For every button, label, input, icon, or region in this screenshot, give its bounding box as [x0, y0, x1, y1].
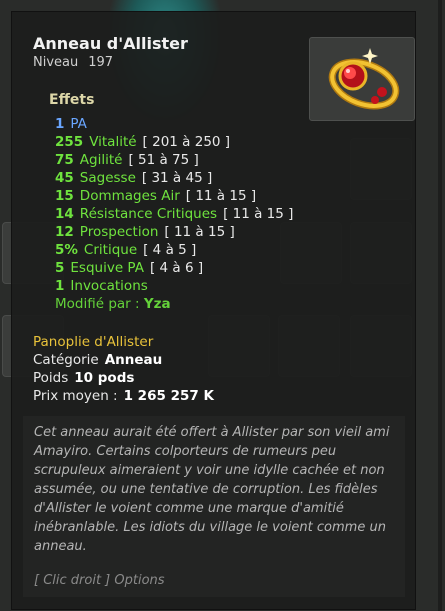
- item-level: Niveau 197: [33, 55, 113, 70]
- effect-line: 14 Résistance Critiques[ 11 à 15 ]: [55, 206, 294, 222]
- level-value: 197: [88, 55, 114, 70]
- item-tooltip: Anneau d'Allister Niveau 197 Effets 1 PA 2…: [11, 11, 416, 610]
- set-name[interactable]: Panoplie d'Allister: [33, 334, 153, 350]
- effect-line: 255 Vitalité[ 201 à 250 ]: [55, 134, 231, 150]
- ring-icon: [328, 48, 400, 110]
- item-icon-frame: [309, 37, 415, 121]
- scrollbar[interactable]: [438, 0, 442, 611]
- effect-line: 15 Dommages Air[ 11 à 15 ]: [55, 188, 257, 204]
- price-line: Prix moyen :1 265 257 K: [33, 388, 214, 404]
- weight-line: Poids 10 pods: [33, 370, 135, 386]
- level-label: Niveau: [33, 55, 79, 70]
- item-name: Anneau d'Allister: [33, 34, 188, 53]
- effect-line: 45 Sagesse[ 31 à 45 ]: [55, 170, 213, 186]
- effect-line: 1 Invocations: [55, 278, 148, 294]
- modified-by: Modifié par : Yza: [55, 296, 171, 312]
- item-description: Cet anneau aurait été offert à Allister …: [34, 425, 390, 554]
- effects-list: 1 PA 255 Vitalité[ 201 à 250 ] 75 Agilité[ …: [55, 115, 293, 313]
- effect-line: 12 Prospection[ 11 à 15 ]: [55, 224, 235, 240]
- effect-line: 75 Agilité[ 51 à 75 ]: [55, 152, 199, 168]
- effect-line: 5% Critique[ 4 à 5 ]: [55, 242, 197, 258]
- options-hint: [ Clic droit ] Options: [34, 573, 165, 588]
- description-box: Cet anneau aurait été offert à Allister …: [23, 416, 405, 597]
- effect-line: 1 PA: [55, 116, 87, 132]
- effects-header: Effets: [49, 92, 95, 108]
- effect-line: 5 Esquive PA[ 4 à 6 ]: [55, 260, 204, 276]
- category-line: Catégorie Anneau: [33, 352, 163, 368]
